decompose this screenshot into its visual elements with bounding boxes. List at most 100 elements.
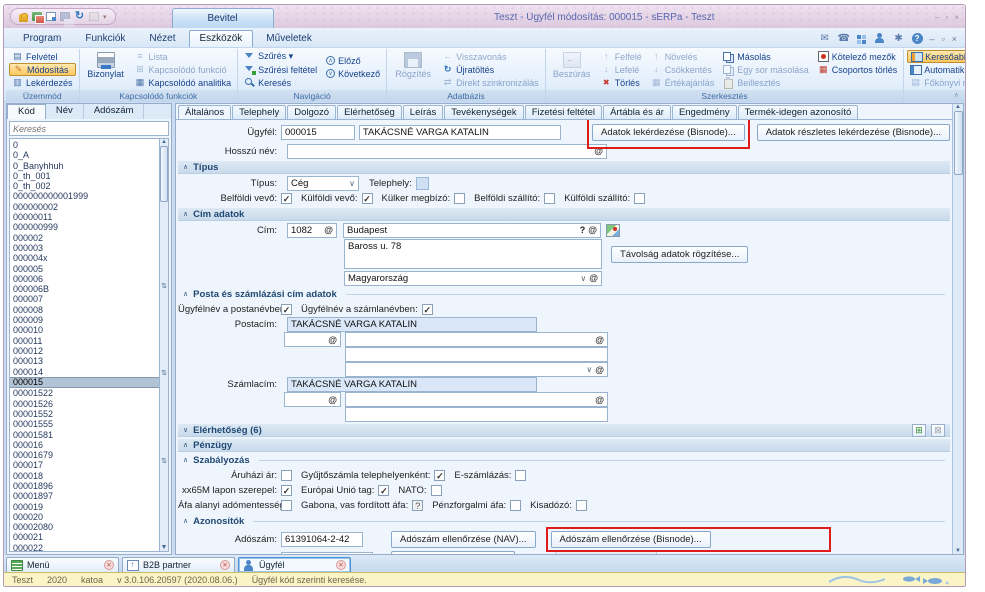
code-list-item[interactable]: 00001526: [10, 399, 159, 409]
code-list-item[interactable]: 000005: [10, 264, 159, 274]
task-tab[interactable]: Menü ✕: [6, 557, 119, 572]
ribbon-big-button[interactable]: Beszúrás: [549, 50, 595, 79]
checkbox-field[interactable]: Külker megbízó:: [382, 193, 466, 204]
scroll-down-icon[interactable]: ▼: [955, 548, 961, 554]
sidebar-tab[interactable]: Név: [46, 104, 84, 119]
sidebar-scrollbar[interactable]: ▲ ⇅ ⇅ ⇅ ▼: [159, 138, 169, 552]
code-list-item[interactable]: 00001897: [10, 491, 159, 501]
checkbox-field[interactable]: Gabona, vas fordított áfa:: [301, 500, 423, 511]
ribbon-button[interactable]: ∧Előző: [323, 54, 383, 67]
form-tab[interactable]: Telephely: [232, 105, 286, 119]
code-list-item[interactable]: 000018: [10, 471, 159, 481]
code-list-item[interactable]: 0_Banyhhuh: [10, 161, 159, 171]
bisnode-detail-button[interactable]: Adatok részletes lekérdezése (Bisnode)..…: [757, 124, 950, 141]
menu-tab[interactable]: Funkciók: [74, 30, 136, 47]
menu-tab[interactable]: Program: [12, 30, 72, 47]
code-list-item[interactable]: 000006: [10, 274, 159, 284]
code-list-item[interactable]: 00001581: [10, 430, 159, 440]
checkbox[interactable]: [281, 304, 292, 315]
checkbox[interactable]: [454, 193, 465, 204]
ribbon-button[interactable]: ↑Növelés: [648, 50, 718, 63]
section-szabalyozas[interactable]: ∧Szabályozás: [178, 453, 950, 467]
checkbox[interactable]: [422, 304, 433, 315]
task-tab[interactable]: Ügyfél ✕: [238, 557, 351, 572]
eu-adoszam-field[interactable]: [281, 552, 373, 554]
checkbox-field[interactable]: Ügyfélnév a postanévben:: [178, 304, 292, 315]
street-field[interactable]: Baross u. 78: [344, 239, 602, 269]
search-input[interactable]: [9, 121, 169, 136]
checkbox[interactable]: [281, 485, 292, 496]
menu-tab[interactable]: Műveletek: [255, 30, 323, 47]
checkbox[interactable]: [576, 500, 587, 511]
ribbon-button[interactable]: Beillesztés: [720, 76, 812, 89]
open-window-icon[interactable]: [46, 12, 56, 21]
code-list-item[interactable]: 000021: [10, 532, 159, 542]
checkbox[interactable]: [281, 193, 292, 204]
code-list-item[interactable]: 000009: [10, 315, 159, 325]
ribbon-button[interactable]: Automatikus keresőablak: [907, 63, 966, 76]
ribbon-button[interactable]: Kötelező mezők: [815, 50, 901, 63]
ribbon-button[interactable]: Szűrés ▾: [241, 50, 320, 63]
adoszam-field[interactable]: 61391064-2-42: [281, 532, 363, 547]
minimize-icon[interactable]: –: [935, 13, 939, 22]
section-azonositok[interactable]: ∧Azonosítók: [178, 514, 950, 528]
checkbox-field[interactable]: NATO:: [398, 485, 441, 496]
code-list-item[interactable]: 000016: [10, 440, 159, 450]
minimize-icon[interactable]: –: [930, 34, 935, 44]
form-tab[interactable]: Leírás: [403, 105, 443, 119]
code-list-item[interactable]: 000012: [10, 346, 159, 356]
mail-icon[interactable]: ✉: [819, 33, 831, 44]
city-field[interactable]: Budapest?@: [343, 223, 601, 238]
code-list-item[interactable]: 00002080: [10, 522, 159, 532]
scroll-bookmark-icon[interactable]: ⇅: [161, 369, 167, 377]
close-tab-icon[interactable]: ✕: [336, 560, 346, 570]
task-tab[interactable]: B2B partner ✕: [122, 557, 235, 572]
code-list-item[interactable]: 000000002: [10, 202, 159, 212]
ribbon-button[interactable]: Szűrési feltétel: [241, 63, 320, 76]
code-list-item[interactable]: 00001679: [10, 450, 159, 460]
hosszu-nev-field[interactable]: @: [287, 144, 607, 159]
checkbox[interactable]: [281, 470, 292, 481]
ribbon-button[interactable]: ▤Főkönyvi napló: [907, 76, 966, 89]
help-icon[interactable]: ?: [580, 225, 586, 235]
sidebar-tab[interactable]: Kód: [7, 104, 46, 119]
checkbox-field[interactable]: Európai Unió tag:: [301, 485, 389, 496]
ribbon-button[interactable]: ←Visszavonás: [439, 50, 542, 63]
code-list-item[interactable]: 00000011: [10, 212, 159, 222]
modules-grid-icon[interactable]: [857, 34, 867, 44]
refresh-icon[interactable]: ↻: [74, 11, 85, 22]
restore-icon[interactable]: ▫: [942, 34, 945, 44]
code-list-item[interactable]: 0_A: [10, 150, 159, 160]
code-list-item[interactable]: 0_th_002: [10, 181, 159, 191]
help-icon[interactable]: ?: [912, 33, 923, 44]
menu-tab[interactable]: Eszközök: [189, 30, 254, 47]
code-list-item[interactable]: 00001555: [10, 419, 159, 429]
checkbox[interactable]: [634, 193, 645, 204]
ribbon-button[interactable]: Keresés: [241, 76, 320, 89]
ribbon-button[interactable]: ↑Felfelé: [598, 50, 645, 63]
ribbon-button[interactable]: ↓Csökkentés: [648, 63, 718, 76]
scroll-up-icon[interactable]: ▲: [161, 139, 167, 145]
lock-icon[interactable]: [19, 14, 28, 22]
checkbox[interactable]: [510, 500, 521, 511]
form-tab[interactable]: Tevékenységek: [444, 105, 523, 119]
ribbon-button[interactable]: ⊞Kapcsolódó funkció: [132, 63, 235, 76]
qat-more-icon[interactable]: ▾: [103, 13, 107, 21]
code-list-item[interactable]: 0: [10, 140, 159, 150]
checkbox-field[interactable]: E-számlázás:: [454, 470, 526, 481]
ribbon-big-button[interactable]: Rögzítés: [390, 50, 436, 79]
posta-zip-field[interactable]: @: [284, 332, 341, 347]
ribbon-button[interactable]: ▦Értékajánlás: [648, 76, 718, 89]
close-icon[interactable]: ×: [954, 13, 959, 22]
scroll-bookmark-icon[interactable]: ⇅: [161, 282, 167, 290]
zip-field[interactable]: 1082@: [287, 223, 337, 238]
form-tab[interactable]: Elérhetőség: [337, 105, 402, 119]
code-list-item[interactable]: 00001896: [10, 481, 159, 491]
code-list-item[interactable]: 000019: [10, 502, 159, 512]
form-tab[interactable]: Dolgozó: [287, 105, 336, 119]
code-list-item[interactable]: 000017: [10, 460, 159, 470]
form-scrollbar[interactable]: ▲ ▼: [952, 104, 963, 554]
code-list-item[interactable]: 000008: [10, 305, 159, 315]
code-list-item[interactable]: 00001552: [10, 409, 159, 419]
code-list-item[interactable]: 000014: [10, 367, 159, 377]
